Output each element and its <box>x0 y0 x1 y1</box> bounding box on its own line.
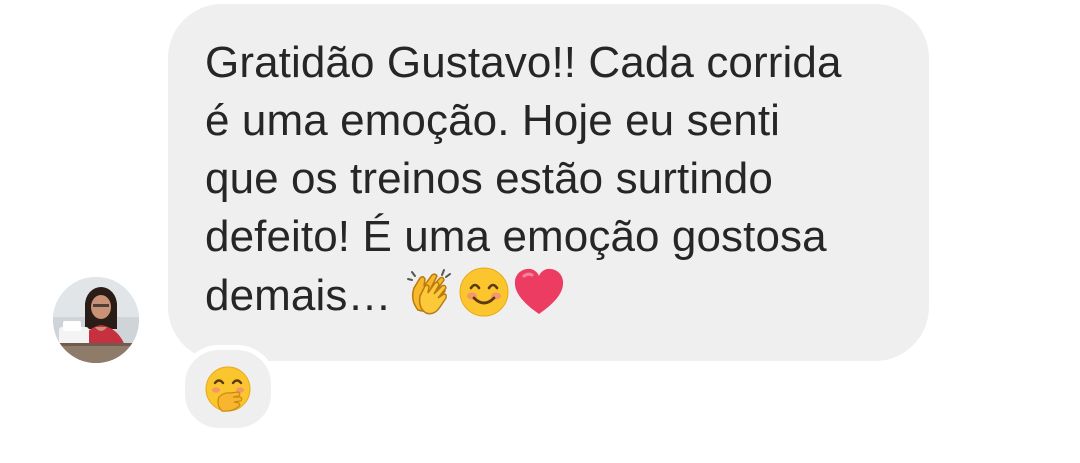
message-line: que os treinos estão surtindo <box>205 154 773 203</box>
message-text: Gratidão Gustavo!! Cada corrida é uma em… <box>205 34 889 325</box>
message-emojis <box>404 266 566 318</box>
message-line: é uma emoção. Hoje eu senti <box>205 96 781 145</box>
face-with-hand-over-mouth-icon <box>205 366 251 412</box>
message-thread: Gratidão Gustavo!! Cada corrida é uma em… <box>0 0 1080 463</box>
avatar-photo <box>53 277 139 363</box>
message-line: defeito! É uma emoção gostosa <box>205 212 827 261</box>
smiling-face-icon <box>459 267 509 317</box>
message-reaction[interactable] <box>180 345 276 433</box>
red-heart-icon <box>514 268 563 314</box>
sender-avatar[interactable] <box>53 277 139 363</box>
message-line: demais… <box>205 271 392 320</box>
message-bubble[interactable]: Gratidão Gustavo!! Cada corrida é uma em… <box>168 4 929 361</box>
message-line: Gratidão Gustavo!! Cada corrida <box>205 38 842 87</box>
clapping-hands-icon <box>406 269 451 315</box>
